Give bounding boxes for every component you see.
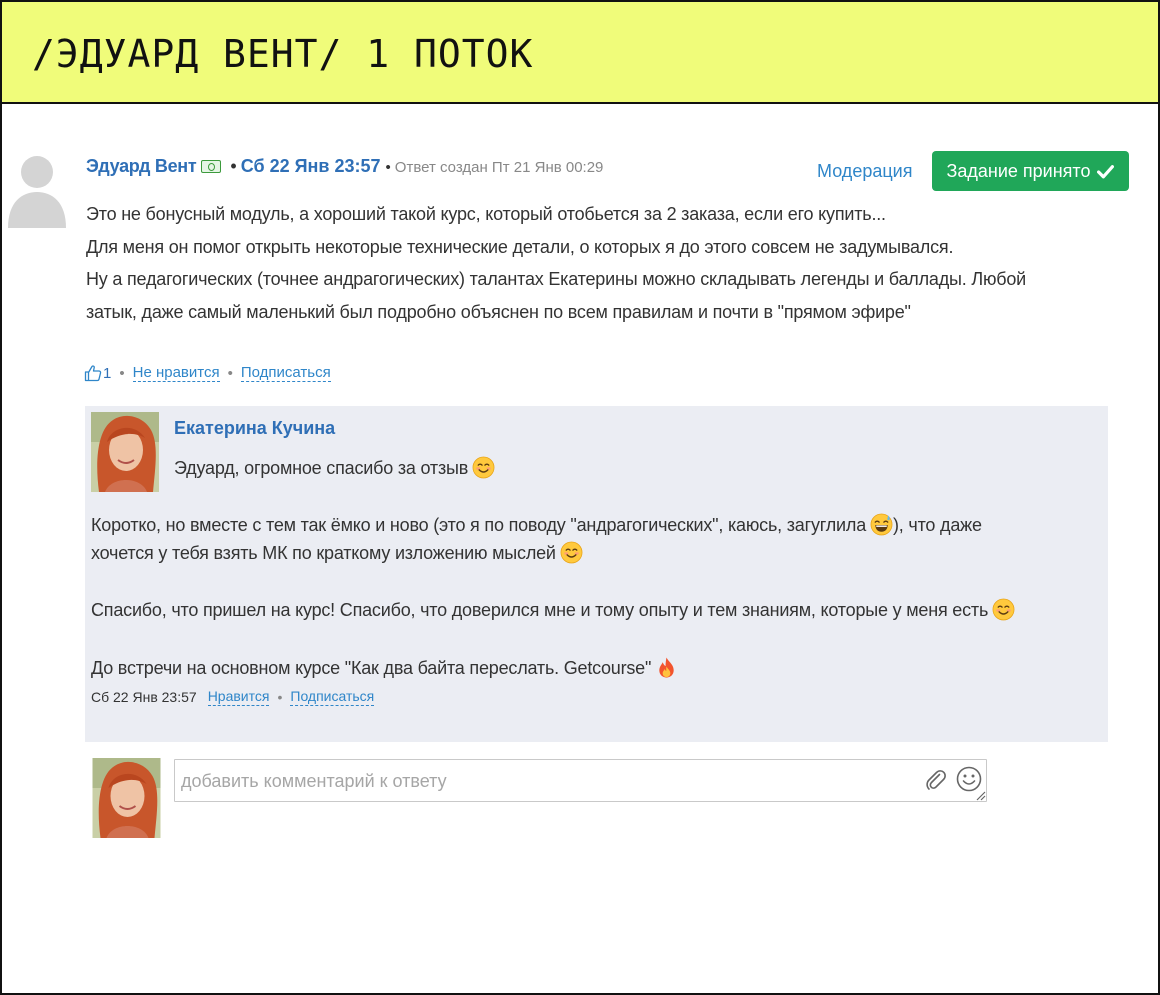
sweat-smile-emoji-icon (870, 513, 893, 536)
like-link[interactable]: Нравится (207, 688, 270, 706)
moderation-link[interactable]: Модерация (817, 161, 912, 182)
smile-emoji-icon (472, 456, 495, 479)
reply-paragraph-line: Спасибо, что пришел на курс! Спасибо, чт… (91, 598, 1015, 621)
dislike-link[interactable]: Не нравится (132, 364, 220, 382)
paperclip-icon[interactable] (924, 768, 948, 792)
reply-container: Екатерина Кучина Эдуард, огромное спасиб… (85, 406, 1108, 742)
emoji-picker-icon[interactable] (956, 766, 982, 792)
comment-body: Это не бонусный модуль, а хороший такой … (86, 198, 1126, 328)
avatar (92, 758, 161, 838)
checkmark-icon (1097, 164, 1115, 178)
resize-handle-icon[interactable] (975, 790, 986, 801)
comment-composer (174, 759, 987, 802)
comment-date[interactable]: Сб 22 Янв 23:57 (241, 156, 381, 177)
default-avatar-icon (8, 156, 66, 228)
likes-count: 1 (103, 364, 112, 382)
page-title: /ЭДУАРД ВЕНТ/ 1 ПОТОК (32, 32, 534, 76)
smile-emoji-icon (992, 598, 1015, 621)
reply-author[interactable]: Екатерина Кучина (174, 418, 335, 439)
header-banner: /ЭДУАРД ВЕНТ/ 1 ПОТОК (2, 2, 1158, 104)
comment-line: затык, даже самый маленький был подробно… (86, 301, 911, 322)
comment-actions: 1 • Не нравится • Подписаться (84, 364, 331, 382)
comment-line: Ну а педагогических (точнее андрагогичес… (86, 269, 1027, 289)
money-icon (201, 160, 222, 173)
subscribe-link[interactable]: Подписаться (240, 364, 331, 382)
fire-emoji-icon (659, 657, 674, 678)
reply-footer: Сб 22 Янв 23:57 Нравится • Подписаться (91, 688, 375, 706)
comment-line: Это не бонусный модуль, а хороший такой … (86, 204, 886, 224)
avatar (91, 412, 159, 492)
comment-input[interactable] (181, 770, 901, 792)
task-accepted-button[interactable]: Задание принято (932, 151, 1129, 191)
reply-paragraph-line: хочется у тебя взять МК по краткому изло… (91, 541, 583, 564)
reply-paragraph-line: Коротко, но вместе с тем так ёмко и ново… (91, 513, 982, 536)
thumbs-up-icon[interactable] (84, 364, 102, 382)
reply-date: Сб 22 Янв 23:57 (91, 689, 197, 705)
task-accepted-label: Задание принято (946, 160, 1091, 181)
comment-header: Эдуард Вент • Сб 22 Янв 23:57 • Ответ соз… (86, 156, 604, 177)
comment-author[interactable]: Эдуард Вент (86, 156, 197, 177)
created-note: • Ответ создан Пт 21 Янв 00:29 (385, 159, 604, 176)
reply-paragraph-line: До встречи на основном курсе "Как два ба… (91, 656, 678, 679)
comment-line: Для меня он помог открыть некоторые техн… (86, 236, 954, 257)
reply-subscribe-link[interactable]: Подписаться (290, 688, 375, 706)
smile-emoji-icon (560, 541, 583, 564)
reply-greeting: Эдуард, огромное спасибо за отзыв (174, 456, 495, 479)
